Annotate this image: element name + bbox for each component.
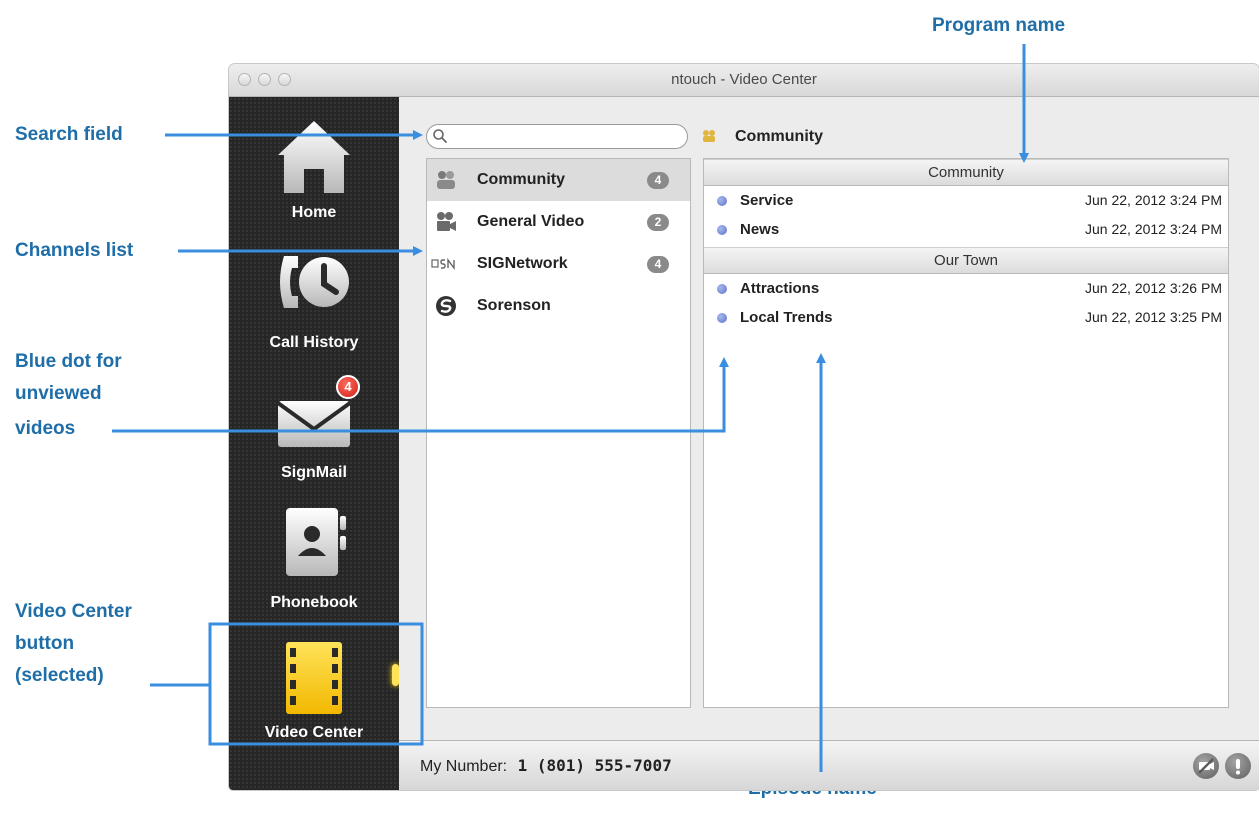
nav-call-history-button[interactable]: Call History: [229, 242, 399, 372]
channel-count-badge: 4: [647, 256, 669, 273]
home-icon: [278, 121, 350, 193]
nav-sidebar: Home Call History 4 SignMail Phonebook V…: [229, 97, 399, 790]
episode-date: Jun 22, 2012 3:26 PM: [1085, 280, 1222, 296]
blue-dot-callout-line2: unviewed: [15, 383, 102, 404]
episode-row-local-trends[interactable]: Local Trends Jun 22, 2012 3:25 PM: [704, 303, 1228, 332]
episode-date: Jun 22, 2012 3:24 PM: [1085, 221, 1222, 237]
nav-signmail-label: SignMail: [281, 464, 347, 481]
channel-count-badge: 2: [647, 214, 669, 231]
sorenson-logo-icon: [436, 296, 456, 316]
episode-title: Service: [740, 192, 794, 209]
my-number: My Number: 1 (801) 555-7007: [420, 741, 672, 790]
search-field[interactable]: [426, 124, 688, 149]
nav-call-history-label: Call History: [269, 334, 359, 351]
my-number-label: My Number:: [420, 758, 508, 775]
channel-item-general-video[interactable]: General Video 2: [427, 201, 690, 243]
video-center-callout-line1: Video Center: [15, 601, 132, 622]
channel-name: Sorenson: [477, 297, 551, 314]
signmail-badge: 4: [336, 375, 360, 399]
unviewed-dot: [717, 284, 727, 294]
search-icon: [433, 129, 447, 143]
signetwork-logo-icon: [431, 257, 455, 271]
episode-title: News: [740, 221, 780, 238]
program-name-callout: Program name: [932, 15, 1066, 36]
my-number-value: 1 (801) 555-7007: [517, 756, 672, 775]
blue-dot-callout-line1: Blue dot for: [15, 351, 122, 372]
video-center-callout-line3: (selected): [15, 665, 104, 686]
program-header-community: Community: [704, 159, 1228, 186]
video-camera-icon: [437, 212, 456, 231]
nav-phonebook-button[interactable]: Phonebook: [229, 502, 399, 632]
program-header-our-town: Our Town: [704, 247, 1228, 274]
unviewed-dot: [717, 313, 727, 323]
channel-name: General Video: [477, 213, 585, 230]
exclamation-icon: [1236, 759, 1240, 775]
channel-name: SIGNetwork: [477, 255, 568, 272]
video-center-callout-line2: button: [15, 633, 75, 654]
blue-dot-callout-line3: videos: [15, 418, 76, 439]
unviewed-dot: [717, 196, 727, 206]
alert-button[interactable]: [1225, 753, 1251, 779]
episode-date: Jun 22, 2012 3:24 PM: [1085, 192, 1222, 208]
video-privacy-button[interactable]: [1193, 753, 1219, 779]
unviewed-dot: [717, 225, 727, 235]
channel-name: Community: [477, 171, 565, 188]
episode-date: Jun 22, 2012 3:25 PM: [1085, 309, 1222, 325]
status-bar: My Number: 1 (801) 555-7007: [399, 740, 1259, 790]
nav-video-center-button[interactable]: Video Center: [229, 632, 399, 762]
nav-home-label: Home: [291, 204, 337, 221]
window-title: ntouch - Video Center: [671, 71, 817, 88]
film-icon: [286, 642, 342, 714]
search-field-callout: Search field: [15, 124, 123, 145]
channels-list: Community 4 General Video 2 SIGNetwork 4: [426, 158, 691, 708]
call-history-icon: [280, 256, 349, 308]
channel-count-badge: 4: [647, 172, 669, 189]
nav-signmail-button[interactable]: 4 SignMail: [229, 372, 399, 502]
app-window: ntouch - Video Center Home Call History: [229, 64, 1259, 790]
nav-phonebook-label: Phonebook: [270, 594, 358, 611]
camera-off-icon: [1198, 758, 1214, 774]
title-bar: ntouch - Video Center: [229, 64, 1259, 97]
phonebook-icon: [286, 508, 346, 576]
episode-row-news[interactable]: News Jun 22, 2012 3:24 PM: [704, 215, 1228, 244]
episodes-list: Community Service Jun 22, 2012 3:24 PM N…: [703, 158, 1229, 708]
program-header-title: Community: [735, 128, 823, 145]
channel-item-signetwork[interactable]: SIGNetwork 4: [427, 243, 690, 285]
nav-video-center-label: Video Center: [264, 724, 364, 741]
selected-indicator: [392, 664, 399, 686]
channel-item-community[interactable]: Community 4: [427, 159, 690, 201]
search-input[interactable]: [451, 127, 685, 148]
channel-item-sorenson[interactable]: Sorenson: [427, 285, 690, 327]
episode-title: Local Trends: [740, 309, 833, 326]
community-icon: [703, 130, 715, 142]
video-center-main: Community Community 4 General Video 2 SI…: [399, 97, 1259, 790]
channels-list-callout: Channels list: [15, 240, 134, 261]
episode-row-service[interactable]: Service Jun 22, 2012 3:24 PM: [704, 186, 1228, 215]
episode-title: Attractions: [740, 280, 820, 297]
nav-home-button[interactable]: Home: [229, 112, 399, 242]
community-icon: [437, 171, 455, 189]
episode-row-attractions[interactable]: Attractions Jun 22, 2012 3:26 PM: [704, 274, 1228, 303]
